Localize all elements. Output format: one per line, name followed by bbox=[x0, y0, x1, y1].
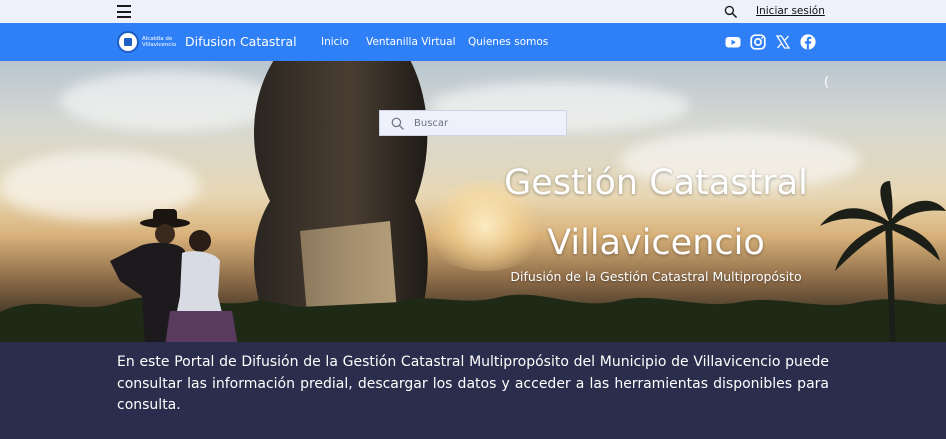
logo-text: Alcaldía de Villavicencio bbox=[142, 35, 177, 48]
alcaldia-logo[interactable]: Alcaldía de Villavicencio bbox=[117, 29, 179, 54]
nav-link-inicio[interactable]: Inicio bbox=[321, 36, 349, 48]
nav-link-ventanilla-virtual[interactable]: Ventanilla Virtual bbox=[366, 36, 456, 48]
login-link[interactable]: Iniciar sesión bbox=[756, 5, 825, 17]
main-navbar: Alcaldía de Villavicencio Difusion Catas… bbox=[0, 23, 946, 61]
search-icon bbox=[391, 117, 404, 130]
info-panel: En este Portal de Difusión de la Gestión… bbox=[0, 342, 946, 439]
site-title[interactable]: Difusion Catastral bbox=[185, 34, 297, 49]
instagram-icon[interactable] bbox=[750, 34, 766, 50]
city-seal-icon bbox=[117, 30, 139, 53]
loading-spinner-icon: ( bbox=[824, 75, 830, 90]
hero-subtitle: Difusión de la Gestión Catastral Multipr… bbox=[510, 269, 802, 284]
hero-title: Gestión Catastral Villavicencio bbox=[504, 163, 808, 263]
top-utility-bar: Iniciar sesión bbox=[0, 0, 946, 23]
x-twitter-icon[interactable] bbox=[775, 34, 791, 50]
hamburger-menu-icon[interactable] bbox=[117, 5, 131, 18]
hero-banner: ( Gestión Catastral Villavicencio Difusi… bbox=[0, 61, 946, 342]
nav-link-quienes-somos[interactable]: Quienes somos bbox=[468, 36, 548, 48]
search-icon[interactable] bbox=[724, 5, 737, 18]
info-description: En este Portal de Difusión de la Gestión… bbox=[117, 354, 829, 413]
dancers-image bbox=[110, 209, 238, 342]
youtube-icon[interactable] bbox=[725, 34, 741, 50]
search-input[interactable] bbox=[414, 117, 554, 129]
search-box[interactable] bbox=[379, 110, 567, 136]
facebook-icon[interactable] bbox=[800, 34, 816, 50]
